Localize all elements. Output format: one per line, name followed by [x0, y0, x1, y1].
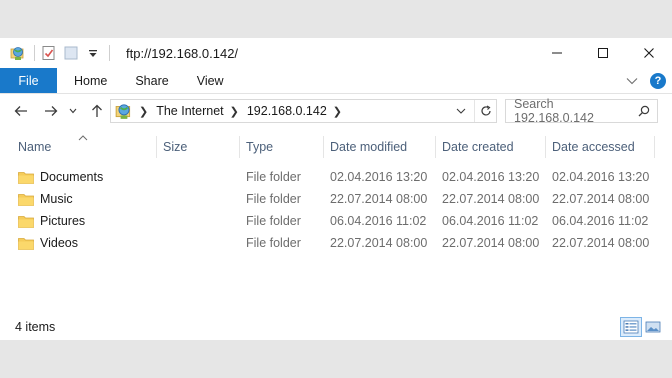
folder-icon — [18, 193, 34, 206]
new-folder-icon[interactable] — [63, 45, 79, 61]
tab-file[interactable]: File — [0, 68, 57, 93]
file-date-accessed: 22.07.2014 08:00 — [552, 236, 650, 250]
file-type: File folder — [246, 170, 301, 184]
tab-view[interactable]: View — [183, 68, 238, 93]
title-bar: ftp://192.168.0.142/ — [0, 38, 672, 68]
expand-ribbon-chevron-icon[interactable] — [626, 74, 638, 88]
column-divider[interactable] — [654, 136, 655, 158]
folder-icon — [18, 171, 34, 184]
window-title: ftp://192.168.0.142/ — [126, 45, 239, 61]
details-view-button[interactable] — [620, 317, 642, 337]
breadcrumb-chevron-icon[interactable]: ❯ — [230, 105, 239, 118]
search-box[interactable]: Search 192.168.0.142 — [505, 97, 658, 125]
view-switcher — [620, 317, 664, 337]
breadcrumb-the-internet[interactable]: The Internet — [156, 104, 223, 118]
folder-icon — [18, 215, 34, 228]
file-date-accessed: 22.07.2014 08:00 — [552, 192, 650, 206]
customize-toolbar-icon[interactable] — [85, 45, 101, 61]
properties-check-icon[interactable] — [41, 45, 57, 61]
address-history-chevron-icon[interactable] — [452, 100, 470, 122]
file-type: File folder — [246, 236, 301, 250]
table-row[interactable]: Pictures File folder 06.04.2016 11:02 06… — [0, 210, 672, 232]
maximize-button[interactable] — [580, 38, 626, 68]
file-name-cell: Documents — [18, 166, 103, 188]
column-header-size[interactable]: Size — [157, 134, 239, 160]
file-date-accessed: 06.04.2016 11:02 — [552, 214, 649, 228]
window-controls — [534, 38, 672, 68]
file-name: Documents — [40, 170, 104, 184]
file-date-modified: 22.07.2014 08:00 — [330, 192, 428, 206]
breadcrumb-host[interactable]: 192.168.0.142 — [247, 104, 327, 118]
network-globe-icon[interactable] — [10, 45, 26, 61]
file-name: Videos — [40, 236, 78, 250]
file-date-modified: 06.04.2016 11:02 — [330, 214, 427, 228]
file-name: Pictures — [40, 214, 86, 228]
breadcrumb-chevron-icon[interactable]: ❯ — [333, 105, 342, 118]
tab-home[interactable]: Home — [57, 68, 121, 93]
column-headers: Name Size Type Date modified Date create… — [0, 134, 672, 160]
column-header-date-created[interactable]: Date created — [436, 134, 545, 160]
ribbon-divider — [0, 93, 672, 94]
folder-icon — [18, 237, 34, 250]
file-list: Documents File folder 02.04.2016 13:20 0… — [0, 166, 672, 254]
toolbar-separator — [109, 45, 110, 61]
navigation-bar: ❯ The Internet ❯ 192.168.0.142 ❯ Search … — [0, 96, 672, 126]
status-item-count: 4 items — [15, 320, 56, 334]
file-type: File folder — [246, 214, 301, 228]
close-button[interactable] — [626, 38, 672, 68]
file-date-created: 22.07.2014 08:00 — [442, 236, 540, 250]
explorer-window: ftp://192.168.0.142/ File Home Share Vie… — [0, 38, 672, 340]
file-date-modified: 22.07.2014 08:00 — [330, 236, 428, 250]
table-row[interactable]: Videos File folder 22.07.2014 08:00 22.0… — [0, 232, 672, 254]
file-date-modified: 02.04.2016 13:20 — [330, 170, 428, 184]
address-bar[interactable]: ❯ The Internet ❯ 192.168.0.142 ❯ — [110, 99, 497, 123]
table-row[interactable]: Music File folder 22.07.2014 08:00 22.07… — [0, 188, 672, 210]
forward-button[interactable] — [40, 100, 62, 122]
search-input[interactable]: Search 192.168.0.142 — [514, 97, 633, 125]
file-name: Music — [40, 192, 73, 206]
column-header-date-modified[interactable]: Date modified — [324, 134, 435, 160]
file-name-cell: Music — [18, 188, 73, 210]
toolbar-separator — [34, 45, 35, 61]
file-date-created: 22.07.2014 08:00 — [442, 192, 540, 206]
tab-share[interactable]: Share — [121, 68, 182, 93]
column-header-date-accessed[interactable]: Date accessed — [546, 134, 654, 160]
column-header-name[interactable]: Name — [12, 134, 156, 160]
file-date-created: 06.04.2016 11:02 — [442, 214, 539, 228]
ribbon-tabs: File Home Share View ? — [0, 68, 672, 93]
up-button[interactable] — [86, 100, 108, 122]
file-name-cell: Pictures — [18, 210, 85, 232]
refresh-icon[interactable] — [474, 100, 496, 122]
file-date-created: 02.04.2016 13:20 — [442, 170, 540, 184]
table-row[interactable]: Documents File folder 02.04.2016 13:20 0… — [0, 166, 672, 188]
large-icons-view-button[interactable] — [642, 317, 664, 337]
minimize-button[interactable] — [534, 38, 580, 68]
ribbon-controls: ? — [626, 68, 666, 93]
quick-access-toolbar — [0, 38, 116, 68]
file-name-cell: Videos — [18, 232, 78, 254]
search-icon[interactable] — [633, 100, 655, 122]
breadcrumb-chevron-icon[interactable]: ❯ — [139, 105, 148, 118]
column-header-type[interactable]: Type — [240, 134, 323, 160]
help-icon[interactable]: ? — [650, 72, 666, 89]
recent-locations-chevron-icon[interactable] — [66, 100, 80, 122]
file-type: File folder — [246, 192, 301, 206]
back-button[interactable] — [10, 100, 32, 122]
file-date-accessed: 02.04.2016 13:20 — [552, 170, 650, 184]
network-globe-icon — [115, 102, 133, 120]
